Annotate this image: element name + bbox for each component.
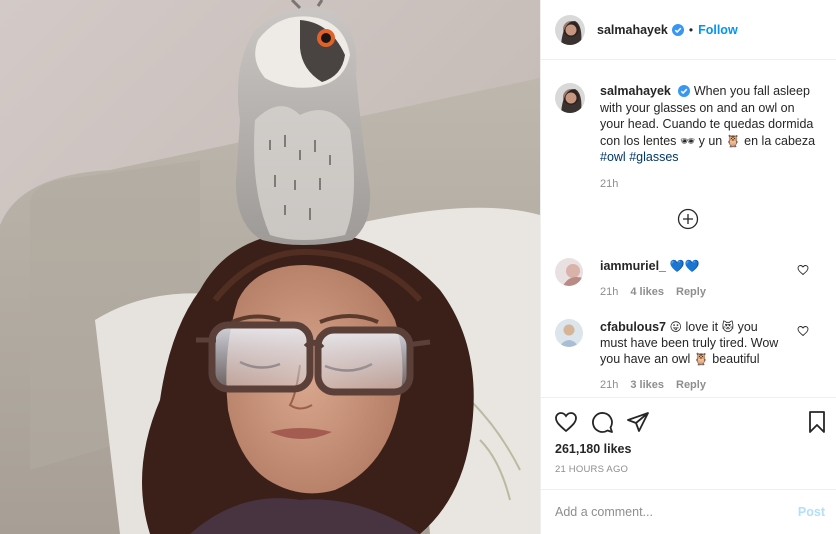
- comment-item: cfabulous7 😛 love it 😻 you must have bee…: [555, 319, 827, 393]
- caption-time[interactable]: 21h: [600, 176, 820, 193]
- comment-meta: 21h 4 likes Reply: [600, 284, 782, 300]
- comment-username[interactable]: iammuriel_: [600, 259, 666, 273]
- caption-text-2: y un: [695, 133, 726, 148]
- heart-icon[interactable]: [797, 264, 809, 276]
- add-comment-input[interactable]: [555, 505, 798, 519]
- post-photo[interactable]: [0, 0, 540, 534]
- comment-time[interactable]: 21h: [600, 377, 618, 393]
- comment-meta: 21h 3 likes Reply: [600, 377, 782, 393]
- comment-username[interactable]: cfabulous7: [600, 320, 666, 334]
- load-more-plus-icon[interactable]: [677, 208, 699, 230]
- post-timestamp[interactable]: 21 HOURS AGO: [555, 464, 628, 475]
- comments-scroll-area[interactable]: salmahayek When you fall asleep with you…: [541, 61, 836, 396]
- comment-likes[interactable]: 3 likes: [630, 377, 664, 393]
- hashtag-glasses[interactable]: #glasses: [629, 150, 678, 164]
- glasses-emoji: 🕶: [679, 133, 696, 148]
- comment-body: iammuriel_ 💙💙 21h 4 likes Reply: [600, 258, 782, 300]
- caption-body: salmahayek When you fall asleep with you…: [600, 83, 820, 192]
- follow-button[interactable]: Follow: [698, 23, 738, 37]
- post-header: salmahayek • Follow: [541, 0, 836, 60]
- heart-icon[interactable]: [797, 325, 809, 337]
- avatar[interactable]: [555, 258, 583, 286]
- verified-badge-icon: [671, 23, 684, 36]
- bookmark-icon[interactable]: [805, 410, 829, 434]
- comment-composer: Post: [541, 489, 836, 534]
- owl: [235, 0, 371, 245]
- post-comment-button[interactable]: Post: [798, 505, 825, 519]
- hashtag-owl[interactable]: #owl: [600, 150, 626, 164]
- comment-body: cfabulous7 😛 love it 😻 you must have bee…: [600, 319, 782, 393]
- comment-text-3: beautiful: [708, 352, 760, 366]
- comment-icon[interactable]: [590, 410, 614, 434]
- action-bar: 261,180 likes 21 HOURS AGO: [541, 397, 836, 489]
- separator-dot: •: [688, 22, 694, 37]
- heart-eyes-cat-emoji: 😻: [721, 320, 735, 334]
- likes-count[interactable]: 261,180 likes: [555, 442, 631, 456]
- tongue-emoji: 😛: [669, 320, 682, 334]
- heart-icon[interactable]: [554, 410, 578, 434]
- comment-item: iammuriel_ 💙💙 21h 4 likes Reply: [555, 258, 827, 300]
- verified-badge-icon: [678, 85, 691, 97]
- reply-button[interactable]: Reply: [676, 284, 706, 300]
- comment-text: 💙💙: [669, 259, 700, 273]
- comment-time[interactable]: 21h: [600, 284, 618, 300]
- caption-username[interactable]: salmahayek: [600, 84, 671, 98]
- instagram-post: salmahayek • Follow salmahayek When you …: [0, 0, 836, 534]
- post-sidebar: salmahayek • Follow salmahayek When you …: [540, 0, 836, 534]
- caption: salmahayek When you fall asleep with you…: [555, 83, 827, 192]
- header-username[interactable]: salmahayek: [597, 23, 668, 37]
- reply-button[interactable]: Reply: [676, 377, 706, 393]
- owl-emoji: 🦉: [725, 133, 741, 148]
- avatar[interactable]: [555, 14, 585, 45]
- comment-likes[interactable]: 4 likes: [630, 284, 664, 300]
- avatar[interactable]: [555, 83, 585, 113]
- photo-illustration: [0, 0, 540, 534]
- share-icon[interactable]: [626, 410, 650, 434]
- comment-text-1: love it: [682, 320, 722, 334]
- caption-text-3: en la cabeza: [740, 133, 816, 148]
- owl-emoji: 🦉: [693, 352, 709, 366]
- avatar[interactable]: [555, 319, 583, 347]
